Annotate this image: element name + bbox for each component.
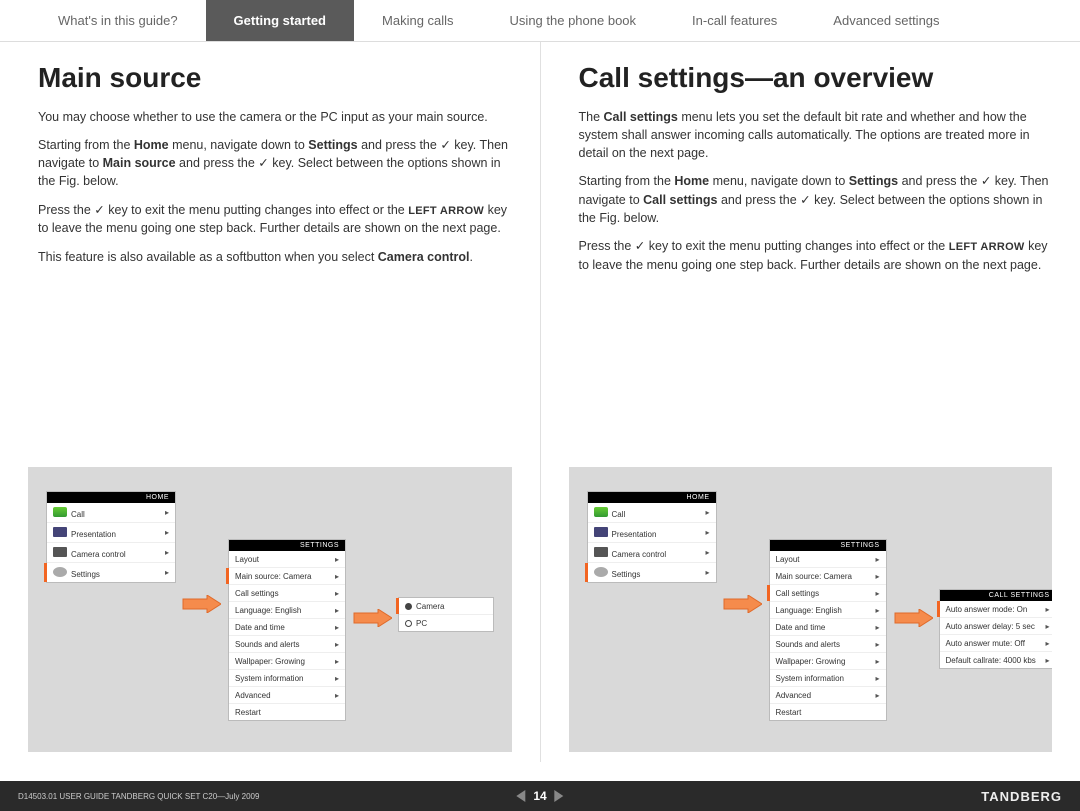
row-layout: Layout▸ <box>770 551 886 568</box>
row-date-time: Date and time▸ <box>229 619 345 636</box>
arrow-icon <box>352 609 392 627</box>
row-camera-control: Camera control▸ <box>47 543 175 563</box>
page-nav: 14 <box>516 789 563 803</box>
gear-icon <box>53 567 67 577</box>
row-camera-control: Camera control▸ <box>588 543 716 563</box>
tab-whats-in-guide[interactable]: What's in this guide? <box>30 0 206 41</box>
row-sysinfo: System information▸ <box>229 670 345 687</box>
row-restart: Restart <box>229 704 345 720</box>
column-main-source: Main source You may choose whether to us… <box>0 42 540 762</box>
row-language: Language: English▸ <box>229 602 345 619</box>
doc-info: D14503.01 USER GUIDE TANDBERG QUICK SET … <box>18 792 259 801</box>
arrow-icon <box>722 595 762 613</box>
panel-home: HOME Call▸ Presentation▸ Camera control▸… <box>46 491 176 583</box>
row-auto-answer-mute: Auto answer mute: Off▸ <box>940 635 1053 652</box>
phone-icon <box>594 507 608 517</box>
tab-in-call[interactable]: In-call features <box>664 0 805 41</box>
page-number: 14 <box>533 789 546 803</box>
row-call-settings: Call settings▸ <box>229 585 345 602</box>
footer: D14503.01 USER GUIDE TANDBERG QUICK SET … <box>0 781 1080 811</box>
panel-settings: SETTINGS Layout▸ Main source: Camera▸ Ca… <box>769 539 887 721</box>
laptop-icon <box>53 527 67 537</box>
heading-main-source: Main source <box>38 62 512 94</box>
arrow-icon <box>181 595 221 613</box>
option-camera: Camera <box>399 598 493 615</box>
row-auto-answer-mode: Auto answer mode: On▸ <box>940 601 1053 618</box>
heading-call-settings: Call settings—an overview <box>579 62 1053 94</box>
row-advanced: Advanced▸ <box>229 687 345 704</box>
row-default-callrate: Default callrate: 4000 kbs▸ <box>940 652 1053 668</box>
row-presentation: Presentation▸ <box>47 523 175 543</box>
radio-on-icon <box>405 603 412 610</box>
brand-logo: TANDBERG <box>981 789 1062 804</box>
camera-icon <box>53 547 67 557</box>
row-call: Call▸ <box>47 503 175 523</box>
phone-icon <box>53 507 67 517</box>
body-main-source: You may choose whether to use the camera… <box>38 108 512 266</box>
panel-title: SETTINGS <box>770 540 886 551</box>
panel-title: CALL SETTINGS <box>940 590 1053 601</box>
camera-icon <box>594 547 608 557</box>
row-language: Language: English▸ <box>770 602 886 619</box>
row-restart: Restart <box>770 704 886 720</box>
panel-home: HOME Call▸ Presentation▸ Camera control▸… <box>587 491 717 583</box>
row-call-settings: Call settings▸ <box>770 585 886 602</box>
tab-making-calls[interactable]: Making calls <box>354 0 482 41</box>
row-main-source: Main source: Camera▸ <box>770 568 886 585</box>
row-settings: Settings▸ <box>588 563 716 582</box>
row-sounds: Sounds and alerts▸ <box>229 636 345 653</box>
panel-main-source-options: Camera PC <box>398 597 494 632</box>
row-advanced: Advanced▸ <box>770 687 886 704</box>
panel-title: HOME <box>588 492 716 503</box>
laptop-icon <box>594 527 608 537</box>
arrow-icon <box>893 609 933 627</box>
figure-main-source: HOME Call▸ Presentation▸ Camera control▸… <box>28 467 512 752</box>
row-main-source: Main source: Camera▸ <box>229 568 345 585</box>
panel-title: SETTINGS <box>229 540 345 551</box>
row-layout: Layout▸ <box>229 551 345 568</box>
gear-icon <box>594 567 608 577</box>
row-settings: Settings▸ <box>47 563 175 582</box>
row-sysinfo: System information▸ <box>770 670 886 687</box>
row-sounds: Sounds and alerts▸ <box>770 636 886 653</box>
panel-call-settings: CALL SETTINGS Auto answer mode: On▸ Auto… <box>939 589 1053 669</box>
tab-getting-started[interactable]: Getting started <box>206 0 354 41</box>
prev-page-icon[interactable] <box>516 790 525 802</box>
option-pc: PC <box>399 615 493 631</box>
tab-phone-book[interactable]: Using the phone book <box>482 0 664 41</box>
panel-title: HOME <box>47 492 175 503</box>
radio-off-icon <box>405 620 412 627</box>
next-page-icon[interactable] <box>555 790 564 802</box>
row-wallpaper: Wallpaper: Growing▸ <box>770 653 886 670</box>
tab-advanced[interactable]: Advanced settings <box>805 0 967 41</box>
panel-settings: SETTINGS Layout▸ Main source: Camera▸ Ca… <box>228 539 346 721</box>
column-call-settings: Call settings—an overview The Call setti… <box>541 42 1080 762</box>
row-call: Call▸ <box>588 503 716 523</box>
top-nav: What's in this guide? Getting started Ma… <box>0 0 1080 42</box>
row-wallpaper: Wallpaper: Growing▸ <box>229 653 345 670</box>
row-auto-answer-delay: Auto answer delay: 5 sec▸ <box>940 618 1053 635</box>
figure-call-settings: HOME Call▸ Presentation▸ Camera control▸… <box>569 467 1053 752</box>
body-call-settings: The Call settings menu lets you set the … <box>579 108 1053 274</box>
row-date-time: Date and time▸ <box>770 619 886 636</box>
row-presentation: Presentation▸ <box>588 523 716 543</box>
